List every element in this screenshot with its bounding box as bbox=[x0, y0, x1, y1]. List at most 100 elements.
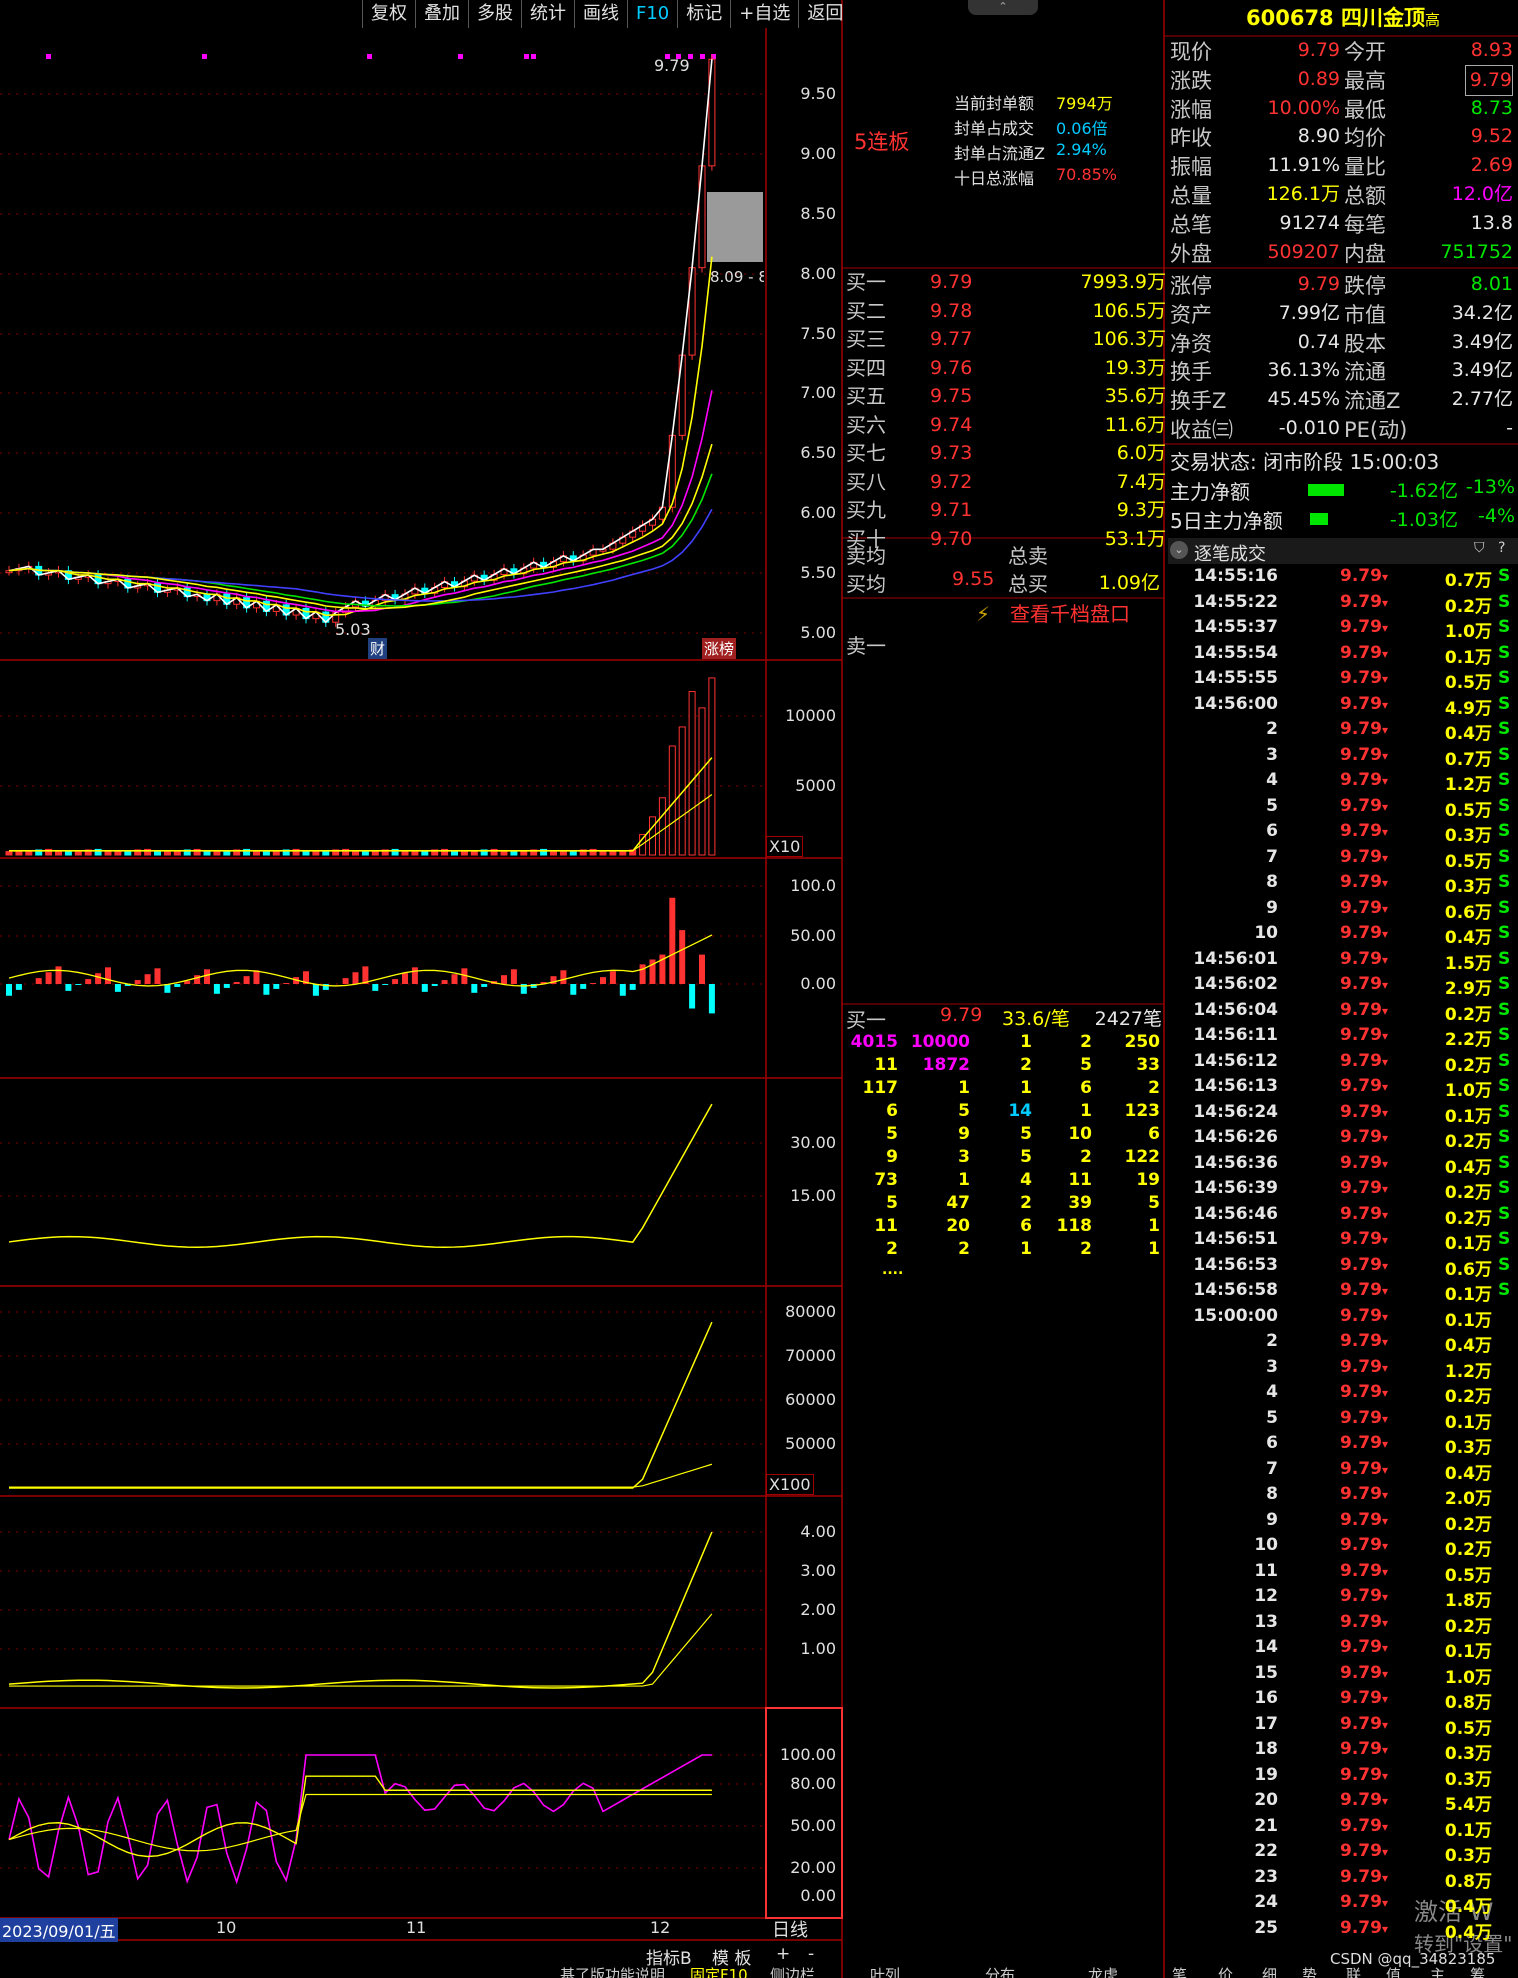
footer-tab[interactable]: 主 bbox=[1430, 1966, 1445, 1978]
footer-tab[interactable]: 侧边栏 bbox=[770, 1966, 815, 1978]
bid-row[interactable]: 买一 9.79 7993.9万 bbox=[846, 268, 1166, 297]
bid-row[interactable]: 买八 9.72 7.4万 bbox=[846, 468, 1166, 497]
footer-tab[interactable]: 势 bbox=[1302, 1966, 1317, 1978]
toolbar-button-0[interactable]: 复权 bbox=[362, 0, 415, 28]
tick-arrow-icon: ▾ bbox=[1382, 952, 1389, 967]
tick-time: 17 bbox=[1254, 1713, 1278, 1734]
toolbar-button-1[interactable]: 叠加 bbox=[415, 0, 468, 28]
footer-tab[interactable]: 价 bbox=[1218, 1966, 1233, 1978]
toolbar-button-5[interactable]: F10 bbox=[627, 0, 677, 28]
date-label: 12 bbox=[650, 1918, 671, 1937]
queue-cell: 123 bbox=[1124, 1101, 1161, 1121]
macd-bar bbox=[312, 984, 319, 996]
tick-arrow-icon: ▾ bbox=[1382, 697, 1389, 712]
footer-tab[interactable]: 基了版功能说明 bbox=[560, 1966, 665, 1978]
chart-toolbar: 复权 叠加 多股 统计 画线 F10 标记 +自选 返回 bbox=[362, 0, 851, 28]
bid-row[interactable]: 买三 9.77 106.3万 bbox=[846, 325, 1166, 354]
macd-bar bbox=[184, 981, 191, 984]
bid-row[interactable]: 买七 9.73 6.0万 bbox=[846, 439, 1166, 468]
tick-arrow-icon: ▾ bbox=[1382, 1845, 1389, 1859]
quote-value: 8.01 bbox=[1470, 273, 1513, 295]
tick-arrow-icon: ▾ bbox=[1382, 1513, 1389, 1528]
axis-tick-label: 8.50 bbox=[800, 204, 836, 223]
finance-mark[interactable]: 财 bbox=[368, 638, 388, 659]
tick-price: 9.79 bbox=[1340, 974, 1382, 994]
bid-label: 买一 bbox=[846, 270, 886, 294]
tick-volume: 0.2万 bbox=[1444, 1387, 1492, 1407]
quote-label: 总额 bbox=[1344, 184, 1386, 208]
toolbar-button-3[interactable]: 统计 bbox=[521, 0, 574, 28]
toolbar-button-2[interactable]: 多股 bbox=[468, 0, 521, 28]
footer-tab[interactable]: 叶列 bbox=[870, 1966, 900, 1978]
footer-tab[interactable]: 细 bbox=[1262, 1966, 1277, 1978]
tick-arrow-icon: ▾ bbox=[1382, 672, 1389, 686]
tick-volume: 0.3万 bbox=[1444, 877, 1492, 897]
tick-arrow-icon: ▾ bbox=[1382, 1131, 1389, 1145]
tick-price: 9.79 bbox=[1340, 719, 1382, 739]
toolbar-button-6[interactable]: 标记 bbox=[677, 0, 730, 28]
footer-tab[interactable]: 联 bbox=[1346, 1966, 1361, 1978]
footer-tab[interactable]: 值 bbox=[1386, 1966, 1401, 1978]
thousand-level-link[interactable]: ⚡ 查看千档盘口 bbox=[976, 598, 1130, 627]
axis-tick-label: 9.50 bbox=[800, 84, 836, 103]
tick-time: 13 bbox=[1254, 1611, 1278, 1632]
footer-tab[interactable]: 龙虎 bbox=[1088, 1966, 1118, 1978]
bid-price: 9.78 bbox=[930, 299, 973, 322]
limit-up-value-3: 70.85% bbox=[1056, 165, 1118, 184]
tick-price: 9.79 bbox=[1340, 1458, 1382, 1479]
tick-arrow-icon: ▾ bbox=[1382, 1615, 1389, 1630]
bottom-bar-button[interactable]: - bbox=[808, 1944, 814, 1964]
quote-label: 涨幅 bbox=[1170, 97, 1212, 122]
quote-label: 现价 bbox=[1170, 40, 1212, 64]
toolbar-button-8[interactable]: 返回 bbox=[798, 0, 851, 28]
bid-label: 买八 bbox=[846, 469, 886, 494]
tick-side: S bbox=[1498, 923, 1511, 943]
macd-bar bbox=[590, 983, 597, 984]
quote-label: 净资 bbox=[1170, 331, 1212, 356]
macd-bar bbox=[243, 976, 250, 984]
tick-arrow-icon: ▾ bbox=[1382, 850, 1389, 865]
queue-cell: 6 bbox=[1148, 1124, 1160, 1144]
footer-tab[interactable]: 分布 bbox=[985, 1966, 1015, 1978]
volume-bar bbox=[55, 851, 62, 856]
queue-label: 买一 bbox=[846, 1008, 886, 1032]
footer-tab[interactable]: 筹 bbox=[1470, 1966, 1485, 1978]
toolbar-button-7[interactable]: +自选 bbox=[730, 0, 798, 28]
tick-volume: 1.5万 bbox=[1444, 953, 1492, 974]
axis-tick-label: 50.00 bbox=[790, 926, 836, 945]
period-label[interactable]: 日线 bbox=[772, 1916, 808, 1942]
indicator-line bbox=[9, 1321, 713, 1489]
bid-row[interactable]: 买五 9.75 35.6万 bbox=[846, 382, 1166, 411]
date-label: 2023/09/01/五 bbox=[0, 1918, 118, 1942]
tick-volume: 0.4万 bbox=[1444, 928, 1492, 948]
tick-volume: 1.0万 bbox=[1444, 622, 1492, 642]
toolbar-button-4[interactable]: 画线 bbox=[574, 0, 627, 28]
limit-list-mark[interactable]: 涨榜 bbox=[702, 638, 737, 659]
tick-price: 9.79 bbox=[1340, 1560, 1382, 1581]
collapse-icon[interactable]: ⌄ bbox=[1170, 541, 1188, 559]
queue-cell: 6 bbox=[886, 1101, 898, 1121]
help-icon[interactable]: ? bbox=[1498, 540, 1505, 556]
bottom-bar-button[interactable]: + bbox=[776, 1944, 790, 1964]
macd-bar bbox=[213, 984, 220, 994]
bid-row[interactable]: 买二 9.78 106.5万 bbox=[846, 297, 1166, 326]
queue-more[interactable]: .... bbox=[882, 1262, 903, 1278]
collapse-toggle[interactable]: ⌃ bbox=[968, 0, 1038, 15]
tick-time: 8 bbox=[1266, 1484, 1278, 1504]
tick-volume: 1.0万 bbox=[1444, 1667, 1492, 1688]
axis-tick-label: 4.00 bbox=[800, 1522, 836, 1541]
bid-row[interactable]: 买六 9.74 11.6万 bbox=[846, 411, 1166, 440]
footer-tab[interactable]: 固定F10 bbox=[690, 1966, 748, 1978]
tick-volume: 0.4万 bbox=[1444, 1463, 1492, 1484]
queue-cell: 33 bbox=[1136, 1055, 1160, 1075]
bid-label: 买五 bbox=[846, 384, 886, 408]
tick-arrow-icon: ▾ bbox=[1382, 1896, 1389, 1910]
signal-dot bbox=[531, 54, 536, 59]
footer-tab[interactable]: 笔 bbox=[1172, 1966, 1187, 1978]
bid-row[interactable]: 买九 9.71 9.3万 bbox=[846, 496, 1166, 525]
filter-icon[interactable]: ⛉ bbox=[1474, 540, 1485, 556]
macd-bar bbox=[629, 984, 636, 990]
bid-row[interactable]: 买四 9.76 19.3万 bbox=[846, 354, 1166, 383]
tick-volume: 0.3万 bbox=[1444, 1769, 1492, 1790]
tick-arrow-icon: ▾ bbox=[1382, 1335, 1389, 1349]
